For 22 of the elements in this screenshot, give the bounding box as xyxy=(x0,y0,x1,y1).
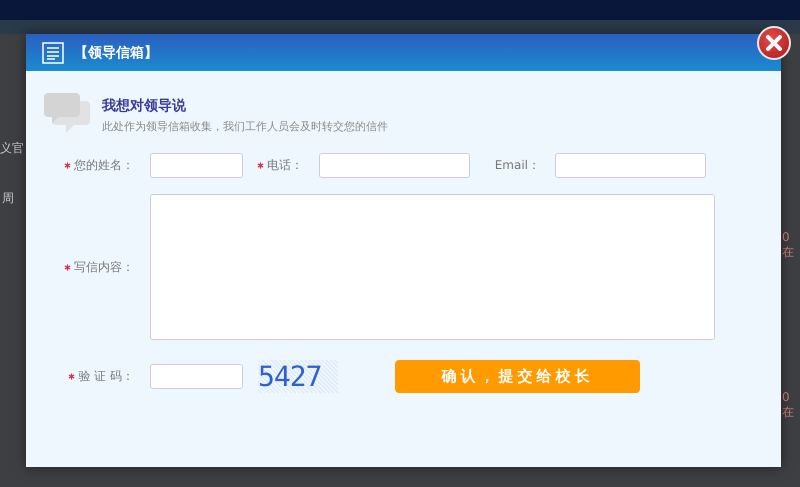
dialog-title: 【领导信箱】 xyxy=(74,44,158,62)
input-field[interactable] xyxy=(150,153,243,178)
input-field[interactable] xyxy=(555,153,706,178)
captcha-field[interactable] xyxy=(150,364,243,389)
background-text: 0在 xyxy=(782,390,795,421)
field-label: 写信内容： xyxy=(74,258,134,276)
field-label: Email： xyxy=(494,157,540,174)
submit-button[interactable]: 确认，提交给校长 xyxy=(395,360,640,393)
background-text: 0在 xyxy=(782,230,795,261)
close-icon xyxy=(765,34,783,52)
section-description: 此处作为领导信箱收集，我们工作人员会及时转交您的信件 xyxy=(102,119,388,134)
input-field[interactable] xyxy=(319,153,470,178)
speech-bubble-icon xyxy=(44,91,90,135)
background-text: 周 xyxy=(2,190,14,207)
field-label: 您的姓名： xyxy=(74,157,134,174)
field-label: 电话： xyxy=(267,157,303,174)
captcha-image: 5427 xyxy=(258,360,338,393)
message-field[interactable] xyxy=(150,194,715,340)
document-icon xyxy=(42,42,64,64)
background-text: 义官 xyxy=(0,140,24,157)
section-heading: 我想对领导说 xyxy=(102,97,187,115)
field-label: 验 证 码： xyxy=(78,368,134,385)
